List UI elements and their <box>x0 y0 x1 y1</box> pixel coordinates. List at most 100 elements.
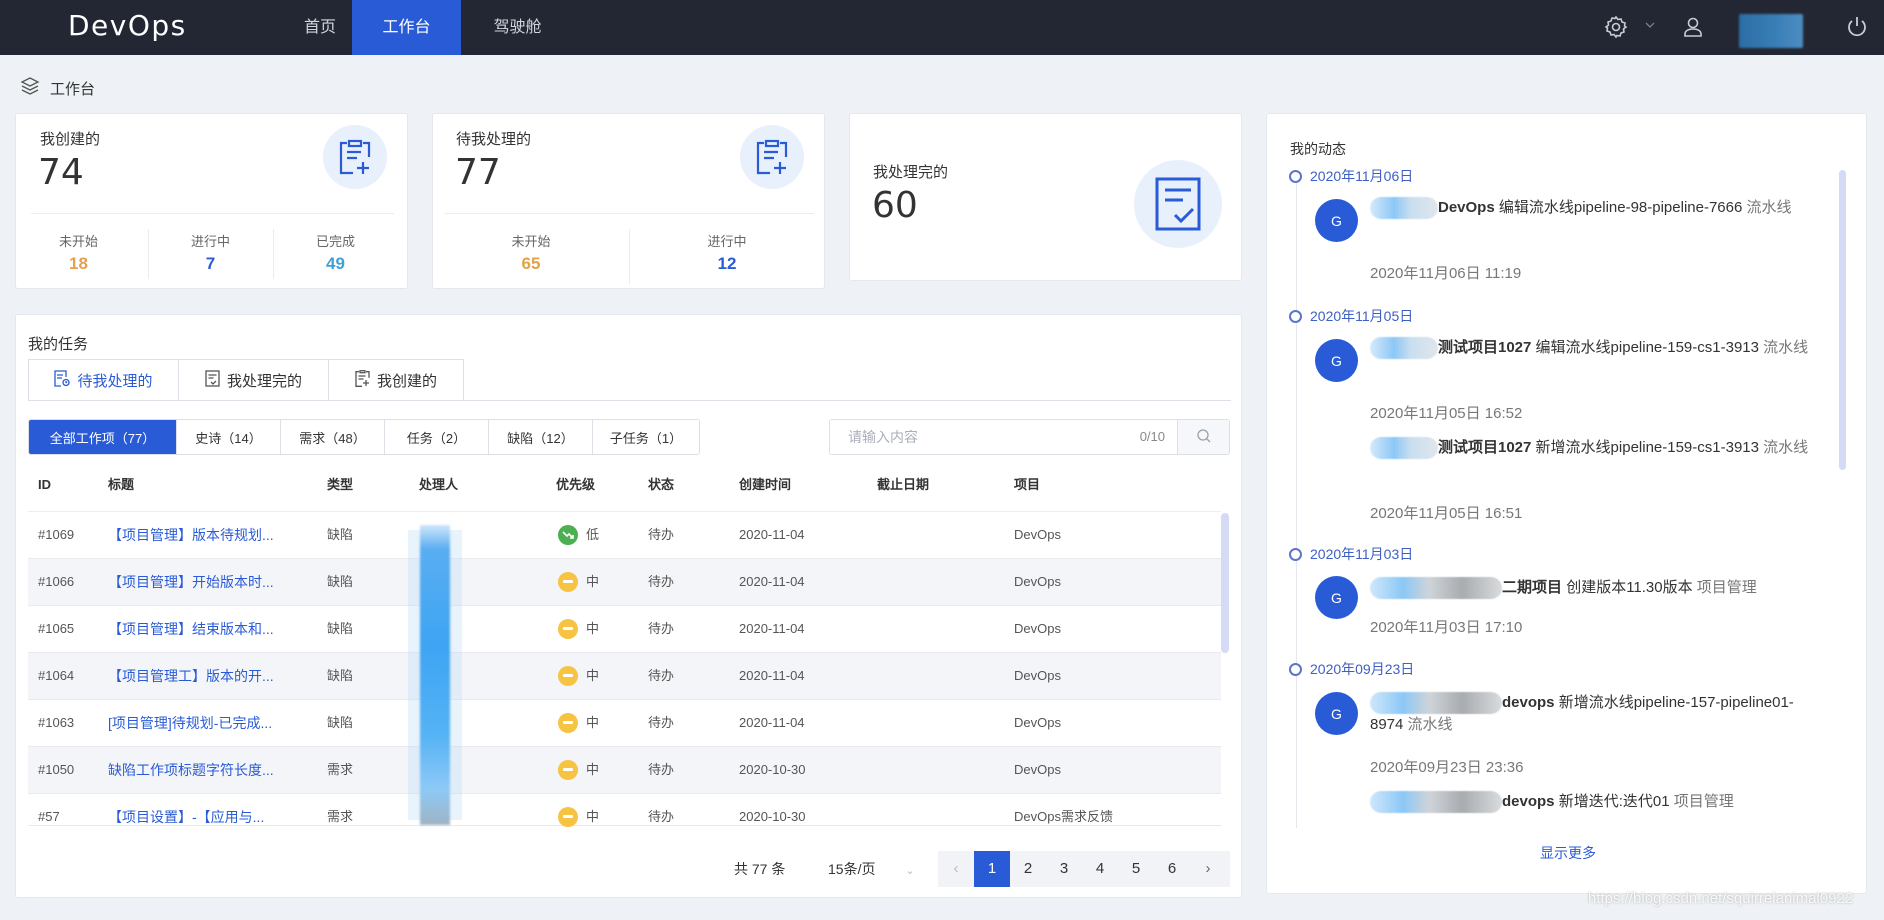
activity-subject[interactable]: DevOps <box>1438 199 1495 216</box>
page-4[interactable]: 4 <box>1082 851 1118 887</box>
activity-entry: 测试项目1027 新增流水线pipeline-159-cs1-3913 流水线 <box>1370 437 1820 460</box>
table-row[interactable]: #1069 【项目管理】版本待规划... 缺陷 待办 2020-11-04 DevOps 低 <box>28 512 1221 559</box>
activity-subject[interactable]: 二期项目 <box>1502 579 1562 596</box>
cell-id: #1063 <box>38 715 75 730</box>
stat-value: 77 <box>455 152 501 193</box>
activity-time: 2020年11月05日 16:51 <box>1370 505 1523 522</box>
cell-status: 待办 <box>648 621 675 636</box>
page-6[interactable]: 6 <box>1154 851 1190 887</box>
page-2[interactable]: 2 <box>1010 851 1046 887</box>
tab-created[interactable]: 我创建的 <box>329 359 464 401</box>
activity-subject[interactable]: 测试项目1027 <box>1438 339 1531 356</box>
cell-title[interactable]: 【项目管理工】版本的开... <box>108 653 274 699</box>
stat-sub-not-started[interactable]: 未开始 65 <box>433 231 629 274</box>
table-scrollbar[interactable] <box>1221 513 1229 653</box>
col-status[interactable]: 状态 <box>648 470 674 500</box>
activity-subject[interactable]: devops <box>1502 793 1555 810</box>
col-priority[interactable]: 优先级 <box>556 470 595 500</box>
activity-time: 2020年11月05日 16:52 <box>1370 405 1523 422</box>
col-assignee[interactable]: 处理人 <box>419 470 458 500</box>
stat-card-pending[interactable]: 待我处理的 77 未开始 65 进行中 12 <box>432 113 825 289</box>
activity-action: 新增迭代:迭代01 <box>1558 793 1670 810</box>
user-icon[interactable] <box>1680 14 1706 40</box>
col-created[interactable]: 创建时间 <box>739 470 791 500</box>
col-type[interactable]: 类型 <box>327 470 353 500</box>
user-name-blurred <box>1370 577 1502 600</box>
task-tabs: 待我处理的 我处理完的 我创建的 <box>28 359 464 401</box>
page-3[interactable]: 3 <box>1046 851 1082 887</box>
page-size-select[interactable]: 15条/页 ⌄ <box>828 851 915 889</box>
cell-title[interactable]: 缺陷工作项标题字符长度... <box>108 747 274 793</box>
stat-card-created[interactable]: 我创建的 74 未开始 18 进行中 7 已完成 49 <box>15 113 408 289</box>
show-more-link[interactable]: 显示更多 <box>1540 843 1596 863</box>
col-title[interactable]: 标题 <box>108 470 134 500</box>
activity-time: 2020年11月03日 17:10 <box>1370 619 1523 636</box>
activity-subject[interactable]: 测试项目1027 <box>1438 439 1531 456</box>
cell-project: DevOps <box>1014 668 1061 683</box>
app-logo[interactable]: DevOps <box>68 9 187 42</box>
prev-page-button[interactable]: ‹ <box>938 851 974 887</box>
filter-defect[interactable]: 缺陷（12） <box>488 420 592 454</box>
user-avatar[interactable]: G <box>1315 692 1358 735</box>
user-avatar[interactable] <box>1739 14 1803 48</box>
activity-action: 编辑流水线pipeline-98-pipeline-7666 <box>1498 199 1743 216</box>
search-button[interactable] <box>1177 420 1229 454</box>
col-due[interactable]: 截止日期 <box>877 470 929 500</box>
user-name-blurred <box>1370 791 1502 814</box>
table-row[interactable]: #1066 【项目管理】开始版本时... 缺陷 待办 2020-11-04 DevOps 中 <box>28 559 1221 606</box>
activity-category: 流水线 <box>1763 439 1809 456</box>
table-row[interactable]: #57 【项目设置】-【应用与... 需求 待办 2020-10-30 DevOps需求反… <box>28 794 1221 827</box>
cell-id: #1066 <box>38 574 75 589</box>
cell-title[interactable]: 【项目管理】版本待规划... <box>108 512 274 558</box>
cell-created: 2020-10-30 <box>739 762 806 777</box>
timeline-line <box>1296 178 1297 828</box>
page-5[interactable]: 5 <box>1118 851 1154 887</box>
page-1[interactable]: 1 <box>974 851 1010 887</box>
tab-finished[interactable]: 我处理完的 <box>179 359 329 401</box>
power-icon[interactable] <box>1844 14 1870 40</box>
priority-label: 中 <box>586 762 600 777</box>
nav-workbench[interactable]: 工作台 <box>352 0 461 55</box>
table-row[interactable]: #1063 [项目管理]待规划-已完成... 缺陷 待办 2020-11-04 DevOp… <box>28 700 1221 747</box>
col-id[interactable]: ID <box>38 470 51 500</box>
cell-created: 2020-11-04 <box>739 668 805 683</box>
table-row[interactable]: #1065 【项目管理】结束版本和... 缺陷 待办 2020-11-04 DevOps 中 <box>28 606 1221 653</box>
filter-all[interactable]: 全部工作项（77） <box>29 420 176 454</box>
stat-card-finished[interactable]: 我处理完的 60 <box>849 113 1242 281</box>
nav-cockpit[interactable]: 驾驶舱 <box>461 0 574 55</box>
user-name-blurred <box>1370 337 1438 360</box>
user-avatar[interactable]: G <box>1315 576 1358 619</box>
activity-scrollbar[interactable] <box>1839 170 1846 470</box>
settings-icon[interactable] <box>1603 14 1629 40</box>
filter-task[interactable]: 任务（2） <box>384 420 488 454</box>
cell-title[interactable]: 【项目设置】-【应用与... <box>108 794 264 840</box>
cell-title[interactable]: 【项目管理】结束版本和... <box>108 606 274 652</box>
tab-pending[interactable]: 待我处理的 <box>28 359 179 401</box>
cell-priority: 中 <box>558 559 599 605</box>
search-input[interactable] <box>830 420 1107 454</box>
filter-subtask[interactable]: 子任务（1） <box>592 420 699 454</box>
next-page-button[interactable]: › <box>1190 851 1226 887</box>
user-avatar[interactable]: G <box>1315 339 1358 382</box>
breadcrumb-label: 工作台 <box>50 80 96 98</box>
col-project[interactable]: 项目 <box>1014 470 1040 500</box>
stat-sub-in-progress[interactable]: 进行中 12 <box>629 231 825 274</box>
activity-category: 项目管理 <box>1696 579 1757 596</box>
activity-subject[interactable]: devops <box>1502 694 1555 711</box>
cell-type: 需求 <box>327 762 354 777</box>
user-avatar[interactable]: G <box>1315 199 1358 242</box>
activity-time: 2020年11月06日 11:19 <box>1370 265 1522 282</box>
table-row[interactable]: #1064 【项目管理工】版本的开... 缺陷 待办 2020-11-04 DevOps 中 <box>28 653 1221 700</box>
table-row[interactable]: #1050 缺陷工作项标题字符长度... 需求 待办 2020-10-30 DevOps 中 <box>28 747 1221 794</box>
cell-title[interactable]: [项目管理]待规划-已完成... <box>108 700 272 746</box>
stat-sub-not-started[interactable]: 未开始 18 <box>16 231 141 274</box>
task-search: 0/10 <box>829 419 1230 455</box>
stat-sub-in-progress[interactable]: 进行中 7 <box>148 231 273 274</box>
cell-title[interactable]: 【项目管理】开始版本时... <box>108 559 274 605</box>
chevron-down-icon[interactable] <box>1642 17 1658 33</box>
cell-priority: 中 <box>558 606 599 652</box>
filter-requirement[interactable]: 需求（48） <box>280 420 384 454</box>
filter-epic[interactable]: 史诗（14） <box>176 420 280 454</box>
activity-action: 编辑流水线pipeline-159-cs1-3913 <box>1535 339 1759 356</box>
stat-sub-done[interactable]: 已完成 49 <box>273 231 398 274</box>
